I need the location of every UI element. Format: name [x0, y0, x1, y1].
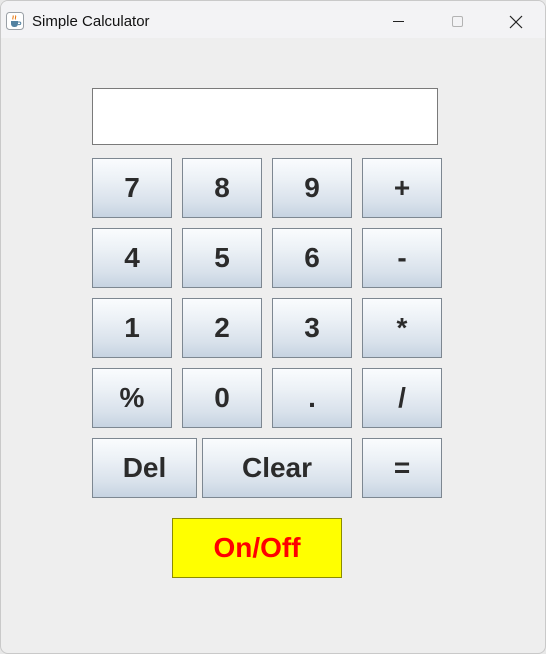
digit-1-button[interactable]: 1: [92, 298, 172, 358]
delete-button[interactable]: Del: [92, 438, 197, 498]
subtract-button[interactable]: -: [362, 228, 442, 288]
close-icon: [509, 15, 523, 29]
clear-button[interactable]: Clear: [202, 438, 352, 498]
digit-3-button[interactable]: 3: [272, 298, 352, 358]
digit-0-button[interactable]: 0: [182, 368, 262, 428]
maximize-button[interactable]: [427, 1, 485, 38]
on-off-button[interactable]: On/Off: [172, 518, 342, 578]
divide-button[interactable]: /: [362, 368, 442, 428]
multiply-button[interactable]: *: [362, 298, 442, 358]
close-button[interactable]: [487, 1, 545, 38]
title-bar[interactable]: Simple Calculator: [1, 1, 545, 38]
digit-2-button[interactable]: 2: [182, 298, 262, 358]
decimal-point-button[interactable]: .: [272, 368, 352, 428]
calculator-window: Simple Calculator 7 8 9 + 4 5 6 - 1 2 3 …: [0, 0, 546, 654]
window-title: Simple Calculator: [32, 13, 150, 30]
java-cup-icon: [6, 12, 24, 30]
digit-5-button[interactable]: 5: [182, 228, 262, 288]
digit-6-button[interactable]: 6: [272, 228, 352, 288]
add-button[interactable]: +: [362, 158, 442, 218]
minimize-icon: [393, 21, 404, 22]
equals-button[interactable]: =: [362, 438, 442, 498]
digit-4-button[interactable]: 4: [92, 228, 172, 288]
minimize-button[interactable]: [369, 1, 427, 38]
digit-8-button[interactable]: 8: [182, 158, 262, 218]
calculator-display[interactable]: [92, 88, 438, 145]
maximize-icon: [452, 16, 463, 27]
digit-9-button[interactable]: 9: [272, 158, 352, 218]
digit-7-button[interactable]: 7: [92, 158, 172, 218]
percent-button[interactable]: %: [92, 368, 172, 428]
